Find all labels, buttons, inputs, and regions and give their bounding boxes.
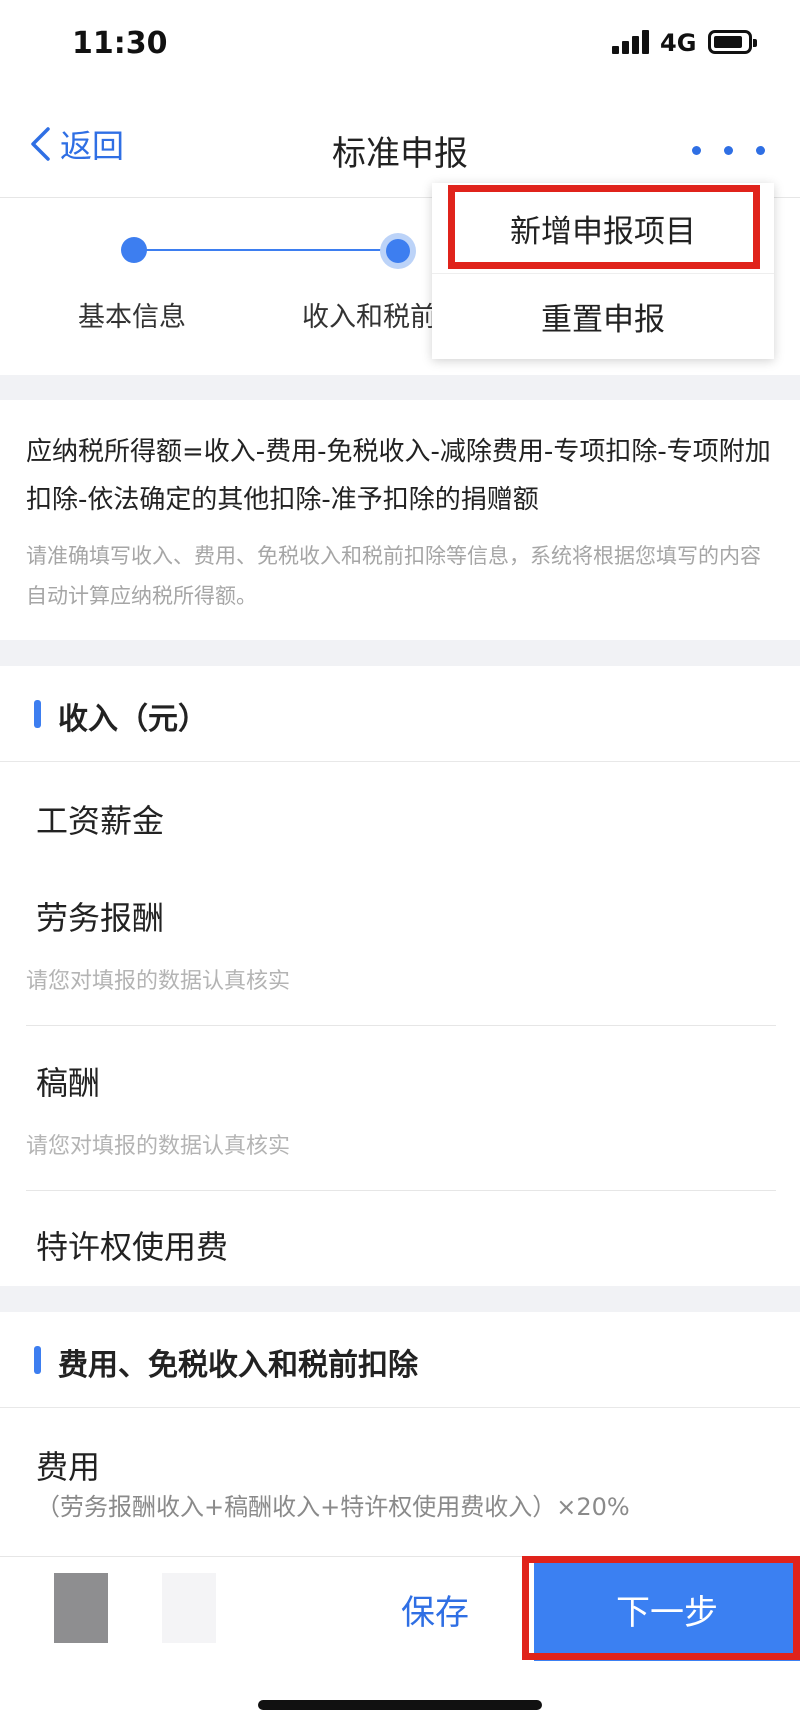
- expense-title: 费用、免税收入和税前扣除: [58, 1348, 418, 1383]
- expense-header: 费用、免税收入和税前扣除: [0, 1312, 800, 1408]
- step-label-income: 收入和税前: [302, 302, 434, 333]
- verify-hint: 请您对填报的数据认真核实: [26, 969, 291, 994]
- expense-formula: （劳务报酬收入+稿酬收入+特许权使用费收入）×20%: [36, 1493, 630, 1521]
- step-dot-completed: [121, 237, 147, 263]
- section-accent-bar: [34, 1346, 41, 1374]
- more-dot-icon: [724, 146, 733, 155]
- highlight-box-next-button: [522, 1556, 800, 1660]
- highlight-box-menu-item: [448, 185, 760, 269]
- network-type: 4G: [660, 29, 697, 57]
- blurred-thumbnail: [162, 1573, 216, 1643]
- blurred-thumbnail: [54, 1573, 108, 1643]
- divider: [26, 1190, 776, 1191]
- income-header: 收入（元）: [0, 666, 800, 762]
- save-button[interactable]: 保存: [340, 1557, 530, 1661]
- income-section: 收入（元） 工资薪金 劳务报酬 请您对填报的数据认真核实 稿酬 请您对填报的数据…: [0, 666, 800, 1286]
- more-options-button[interactable]: [688, 142, 768, 162]
- more-dot-icon: [756, 146, 765, 155]
- divider: [26, 1025, 776, 1026]
- income-item-labor-remuneration[interactable]: 劳务报酬: [36, 893, 164, 939]
- income-title: 收入（元）: [58, 702, 208, 737]
- section-gap: [0, 1286, 800, 1312]
- income-item-author-remuneration[interactable]: 稿酬: [36, 1058, 100, 1104]
- more-dot-icon: [692, 146, 701, 155]
- income-item-salary[interactable]: 工资薪金: [36, 796, 164, 842]
- verify-hint: 请您对填报的数据认真核实: [26, 1134, 291, 1159]
- menu-item-reset-declaration[interactable]: 重置申报: [432, 273, 774, 359]
- page-title: 标准申报: [332, 134, 468, 174]
- home-indicator: [258, 1700, 542, 1710]
- income-item-royalties[interactable]: 特许权使用费: [36, 1222, 228, 1268]
- section-gap: [0, 375, 800, 400]
- status-time: 11:30: [72, 26, 168, 61]
- status-bar: 11:30 4G: [0, 0, 800, 90]
- battery-icon: [708, 30, 757, 54]
- formula-text: 应纳税所得额=收入-费用-免税收入-减除费用-专项扣除-专项附加扣除-依法确定的…: [26, 437, 771, 515]
- step-dot-current: [380, 233, 416, 269]
- signal-icon: [612, 30, 652, 54]
- expense-section: 费用、免税收入和税前扣除 费用 （劳务报酬收入+稿酬收入+特许权使用费收入）×2…: [0, 1312, 800, 1556]
- expense-item-label[interactable]: 费用: [36, 1442, 100, 1488]
- step-connector: [133, 249, 403, 251]
- formula-hint: 请准确填写收入、费用、免税收入和税前扣除等信息，系统将根据您填写的内容自动计算应…: [26, 544, 761, 608]
- section-gap: [0, 640, 800, 666]
- section-accent-bar: [34, 700, 41, 728]
- nav-bar: 返回 标准申报: [0, 90, 800, 198]
- step-label-basic-info: 基本信息: [78, 302, 186, 333]
- formula-section: 应纳税所得额=收入-费用-免税收入-减除费用-专项扣除-专项附加扣除-依法确定的…: [0, 400, 800, 640]
